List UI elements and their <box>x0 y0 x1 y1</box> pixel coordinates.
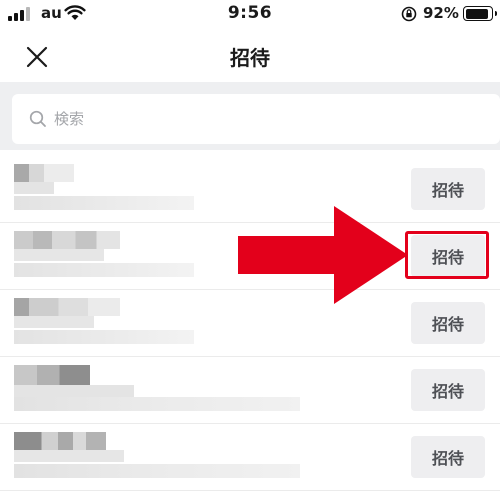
invite-button[interactable]: 招待 <box>411 369 485 411</box>
blurred-name <box>14 249 104 261</box>
blurred-subtitle <box>14 196 194 210</box>
invite-button[interactable]: 招待 <box>411 302 485 344</box>
invite-button[interactable]: 招待 <box>411 168 485 210</box>
blurred-subtitle <box>14 397 300 411</box>
blurred-subtitle <box>14 330 194 344</box>
blurred-name <box>14 164 74 182</box>
red-arrow-annotation <box>238 206 408 304</box>
blurred-name <box>14 231 120 249</box>
search-area <box>0 82 500 150</box>
blurred-name <box>14 298 120 316</box>
list-item: 招待 <box>0 357 500 424</box>
highlight-box-annotation <box>405 231 489 279</box>
search-input[interactable] <box>54 105 474 133</box>
blurred-name <box>14 182 54 194</box>
list-item: 招待 <box>0 424 500 491</box>
blurred-name <box>14 365 90 385</box>
blurred-subtitle <box>14 263 194 277</box>
status-bar: au 9:56 92% <box>0 0 500 30</box>
battery-icon <box>463 6 497 21</box>
page-title: 招待 <box>230 46 270 70</box>
blurred-name <box>14 450 124 462</box>
nav-bar: 招待 <box>0 30 500 82</box>
search-box[interactable] <box>12 94 500 144</box>
search-icon <box>29 110 46 127</box>
blurred-name <box>14 385 134 397</box>
blurred-name <box>14 316 94 328</box>
blurred-name <box>14 432 106 450</box>
blurred-subtitle <box>14 464 300 478</box>
battery-percent: 92% <box>423 4 459 22</box>
invite-button[interactable]: 招待 <box>411 436 485 478</box>
rotation-lock-icon <box>401 6 417 22</box>
